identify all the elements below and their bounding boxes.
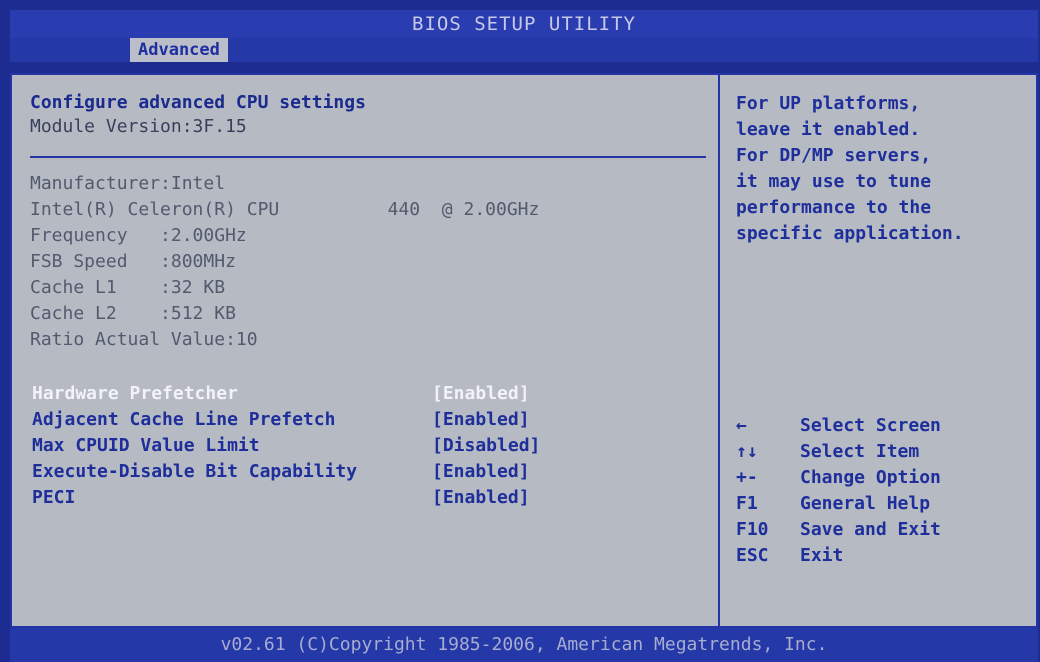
help-line: specific application.	[736, 223, 964, 244]
setting-value[interactable]: [Enabled]	[432, 381, 530, 407]
up-down-arrow-icon: ↑↓	[736, 441, 758, 462]
key-f10: F10	[736, 519, 769, 540]
info-frequency: Frequency :2.00GHz	[30, 225, 247, 246]
setting-execute-disable-bit[interactable]: Execute-Disable Bit Capability [Enabled]	[32, 459, 712, 485]
setting-max-cpuid-value-limit[interactable]: Max CPUID Value Limit [Disabled]	[32, 433, 712, 459]
setting-peci[interactable]: PECI [Enabled]	[32, 485, 712, 511]
key-select-screen: ← Select Screen	[736, 413, 1036, 439]
key-desc: Exit	[800, 545, 844, 566]
key-change-option: +- Change Option	[736, 465, 1036, 491]
setting-label: PECI	[32, 487, 76, 508]
key-general-help: F1 General Help	[736, 491, 1036, 517]
setting-label: Adjacent Cache Line Prefetch	[32, 409, 336, 430]
window-title: BIOS SETUP UTILITY	[10, 10, 1038, 38]
key-desc: Select Screen	[800, 415, 941, 436]
copyright-footer: v02.61 (C)Copyright 1985-2006, American …	[10, 628, 1038, 662]
key-save-exit: F10 Save and Exit	[736, 517, 1036, 543]
info-ratio: Ratio Actual Value:10	[30, 329, 258, 350]
setting-value[interactable]: [Enabled]	[432, 459, 530, 485]
section-divider	[30, 156, 706, 158]
key-exit: ESC Exit	[736, 543, 1036, 569]
key-desc: Save and Exit	[800, 519, 941, 540]
key-f1: F1	[736, 493, 758, 514]
tab-bar: Advanced	[10, 38, 1038, 62]
cpu-info-list: Manufacturer:Intel Intel(R) Celeron(R) C…	[30, 171, 710, 353]
panel-divider	[718, 75, 720, 626]
key-select-item: ↑↓ Select Item	[736, 439, 1036, 465]
left-arrow-icon: ←	[736, 415, 747, 436]
plus-minus-icon: +-	[736, 467, 758, 488]
setting-value[interactable]: [Disabled]	[432, 433, 540, 459]
settings-list: Hardware Prefetcher [Enabled] Adjacent C…	[32, 381, 712, 511]
info-fsb-speed: FSB Speed :800MHz	[30, 251, 236, 272]
help-line: performance to the	[736, 197, 932, 218]
cpu-config-section: Configure advanced CPU settings Module V…	[30, 91, 710, 139]
help-line: leave it enabled.	[736, 119, 921, 140]
info-cpu-model: Intel(R) Celeron(R) CPU 440 @ 2.00GHz	[30, 199, 540, 220]
setting-adjacent-cache-line-prefetch[interactable]: Adjacent Cache Line Prefetch [Enabled]	[32, 407, 712, 433]
key-desc: Change Option	[800, 467, 941, 488]
section-heading: Configure advanced CPU settings	[30, 92, 366, 113]
help-line: For UP platforms,	[736, 93, 921, 114]
help-line: it may use to tune	[736, 171, 932, 192]
key-legend: ← Select Screen ↑↓ Select Item +- Change…	[736, 413, 1036, 569]
help-line: For DP/MP servers,	[736, 145, 932, 166]
help-panel: For UP platforms, leave it enabled. For …	[736, 91, 1036, 247]
key-desc: General Help	[800, 493, 931, 514]
setting-label: Hardware Prefetcher	[32, 383, 238, 404]
info-cache-l2: Cache L2 :512 KB	[30, 303, 236, 324]
setting-hardware-prefetcher[interactable]: Hardware Prefetcher [Enabled]	[32, 381, 712, 407]
bios-screen: BIOS SETUP UTILITY Advanced Configure ad…	[0, 0, 1040, 662]
key-desc: Select Item	[800, 441, 920, 462]
info-cache-l1: Cache L1 :32 KB	[30, 277, 226, 298]
info-manufacturer: Manufacturer:Intel	[30, 173, 226, 194]
setting-value[interactable]: [Enabled]	[432, 407, 530, 433]
setting-value[interactable]: [Enabled]	[432, 485, 530, 511]
key-esc: ESC	[736, 545, 769, 566]
main-panel: Configure advanced CPU settings Module V…	[10, 73, 1038, 628]
tab-advanced[interactable]: Advanced	[130, 38, 228, 62]
module-version: Module Version:3F.15	[30, 116, 247, 137]
setting-label: Execute-Disable Bit Capability	[32, 461, 358, 482]
setting-label: Max CPUID Value Limit	[32, 435, 260, 456]
